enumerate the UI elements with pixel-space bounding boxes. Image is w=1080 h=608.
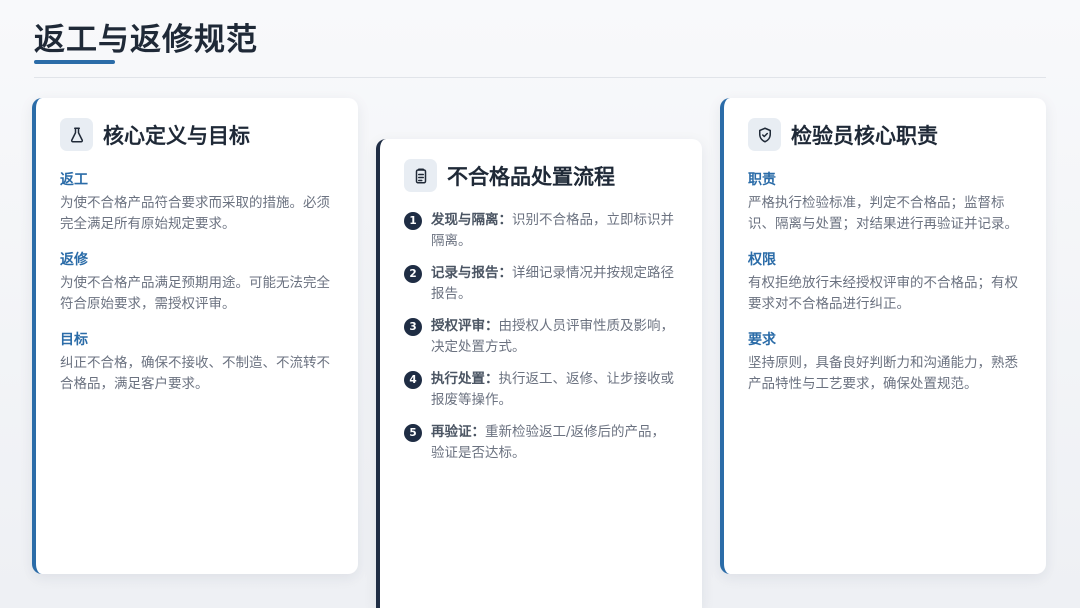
process-step: 1 发现与隔离：识别不合格品，立即标识并隔离。 bbox=[404, 210, 678, 252]
definition-card: 核心定义与目标 返工 为使不合格产品符合要求而采取的措施。必须完全满足所有原始规… bbox=[32, 98, 358, 574]
definition-card-title: 核心定义与目标 bbox=[103, 123, 250, 148]
section-text: 有权拒绝放行未经授权评审的不合格品；有权要求对不合格品进行纠正。 bbox=[748, 275, 1018, 312]
step-number: 2 bbox=[404, 265, 422, 283]
section-label: 目标 bbox=[60, 332, 88, 348]
section-label: 要求 bbox=[748, 332, 776, 348]
page-title: 返工与返修规范 bbox=[34, 22, 258, 58]
step-label: 发现与隔离： bbox=[431, 212, 512, 228]
slide: 返工与返修规范 核心定义与目标 返工 为使不合格产品符合要求而采取的措施。必须完… bbox=[0, 0, 1080, 608]
step-label: 授权评审： bbox=[431, 318, 499, 334]
step-text: 记录与报告：详细记录情况并按规定路径报告。 bbox=[431, 263, 678, 305]
process-card-title: 不合格品处置流程 bbox=[447, 164, 615, 189]
definition-card-header: 核心定义与目标 bbox=[60, 118, 334, 151]
process-card: 不合格品处置流程 1 发现与隔离：识别不合格品，立即标识并隔离。 2 记录与报告… bbox=[376, 139, 702, 608]
definition-section: 返修 为使不合格产品满足预期用途。可能无法完全符合原始要求，需授权评审。 bbox=[60, 249, 334, 315]
section-text: 纠正不合格，确保不接收、不制造、不流转不合格品，满足客户要求。 bbox=[60, 355, 330, 392]
title-accent-bar bbox=[34, 60, 115, 64]
process-step: 4 执行处置：执行返工、返修、让步接收或报废等操作。 bbox=[404, 369, 678, 411]
process-step: 5 再验证：重新检验返工/返修后的产品，验证是否达标。 bbox=[404, 422, 678, 464]
title-divider bbox=[34, 77, 1046, 78]
step-text: 授权评审：由授权人员评审性质及影响，决定处置方式。 bbox=[431, 316, 678, 358]
section-label: 返工 bbox=[60, 172, 88, 188]
process-step: 2 记录与报告：详细记录情况并按规定路径报告。 bbox=[404, 263, 678, 305]
inspector-section: 职责 严格执行检验标准，判定不合格品；监督标识、隔离与处置；对结果进行再验证并记… bbox=[748, 169, 1022, 235]
section-text: 坚持原则，具备良好判断力和沟通能力，熟悉产品特性与工艺要求，确保处置规范。 bbox=[748, 355, 1018, 392]
inspector-card: 检验员核心职责 职责 严格执行检验标准，判定不合格品；监督标识、隔离与处置；对结… bbox=[720, 98, 1046, 574]
inspector-card-header: 检验员核心职责 bbox=[748, 118, 1022, 151]
section-label: 返修 bbox=[60, 252, 88, 268]
inspector-section: 权限 有权拒绝放行未经授权评审的不合格品；有权要求对不合格品进行纠正。 bbox=[748, 249, 1022, 315]
inspector-section: 要求 坚持原则，具备良好判断力和沟通能力，熟悉产品特性与工艺要求，确保处置规范。 bbox=[748, 329, 1022, 395]
shield-check-icon bbox=[748, 118, 781, 151]
section-label: 权限 bbox=[748, 252, 776, 268]
step-label: 执行处置： bbox=[431, 371, 499, 387]
process-step: 3 授权评审：由授权人员评审性质及影响，决定处置方式。 bbox=[404, 316, 678, 358]
section-text: 为使不合格产品符合要求而采取的措施。必须完全满足所有原始规定要求。 bbox=[60, 195, 330, 232]
step-label: 记录与报告： bbox=[431, 265, 512, 281]
step-text: 再验证：重新检验返工/返修后的产品，验证是否达标。 bbox=[431, 422, 678, 464]
section-text: 严格执行检验标准，判定不合格品；监督标识、隔离与处置；对结果进行再验证并记录。 bbox=[748, 195, 1018, 232]
step-number: 3 bbox=[404, 318, 422, 336]
definition-section: 目标 纠正不合格，确保不接收、不制造、不流转不合格品，满足客户要求。 bbox=[60, 329, 334, 395]
step-number: 4 bbox=[404, 371, 422, 389]
step-number: 5 bbox=[404, 424, 422, 442]
process-card-header: 不合格品处置流程 bbox=[404, 159, 678, 192]
inspector-card-title: 检验员核心职责 bbox=[791, 123, 938, 148]
step-text: 执行处置：执行返工、返修、让步接收或报废等操作。 bbox=[431, 369, 678, 411]
clipboard-icon bbox=[404, 159, 437, 192]
step-number: 1 bbox=[404, 212, 422, 230]
step-text: 发现与隔离：识别不合格品，立即标识并隔离。 bbox=[431, 210, 678, 252]
section-label: 职责 bbox=[748, 172, 776, 188]
section-text: 为使不合格产品满足预期用途。可能无法完全符合原始要求，需授权评审。 bbox=[60, 275, 330, 312]
definition-section: 返工 为使不合格产品符合要求而采取的措施。必须完全满足所有原始规定要求。 bbox=[60, 169, 334, 235]
flask-icon bbox=[60, 118, 93, 151]
step-label: 再验证： bbox=[431, 424, 485, 440]
